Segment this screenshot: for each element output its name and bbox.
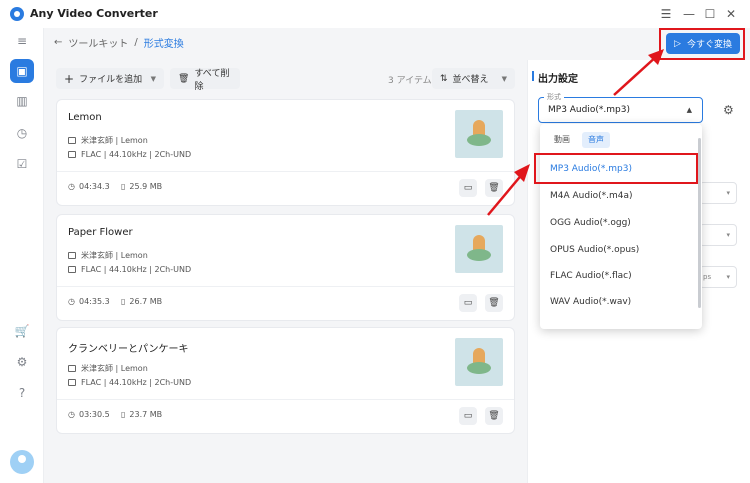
file-duration: ◷ 03:30.5 [68,410,110,419]
item-count: 3 アイテム [388,76,432,86]
clock-icon: ◷ [68,297,75,306]
clock-icon: ◷ [68,410,75,419]
format-option-flac[interactable]: FLAC Audio(*.flac) [550,271,632,281]
audio-file-icon [68,266,76,273]
file-card[interactable]: Paper Flower 米津玄師 | Lemon FLAC | 44.10kH… [56,214,515,321]
file-title: クランベリーとパンケーキ [68,344,189,355]
file-icon: ▯ [121,182,126,191]
output-settings-title: 出力設定 [532,70,578,85]
play-icon: ▷ [674,38,681,49]
toolkit-icon[interactable]: ▣ [10,59,34,83]
caret-up-icon: ▲ [686,106,692,114]
sort-label: 並べ替え [452,75,489,85]
file-icon: ▯ [121,297,126,306]
divider [57,399,514,400]
help-icon[interactable]: ? [13,384,31,402]
chevron-down-icon: ▼ [150,74,156,83]
highlight-box [534,153,698,184]
audio-file-icon [68,151,76,158]
app-logo-icon [10,7,24,21]
album-icon [68,365,76,372]
divider [57,171,514,172]
tab-video[interactable]: 動画 [548,132,576,148]
format-option-wav[interactable]: WAV Audio(*.wav) [550,297,631,307]
sidebar: ≡ ▣ ▥ ◷ ☑ 🛒 ⚙ ? [0,28,44,483]
album-thumbnail [455,225,503,273]
app-title: Any Video Converter [30,7,158,20]
file-artist: 米津玄師 | Lemon [68,135,148,146]
format-label: 形式 [544,92,564,102]
history-clock-icon[interactable]: ◷ [13,124,31,142]
collapse-menu-icon[interactable]: ≡ [13,32,31,50]
delete-all-button[interactable]: 🗑 すべて削除 [170,68,240,92]
delete-file-button[interactable]: 🗑 [485,294,503,312]
breadcrumb-parent[interactable]: ツールキット [68,35,128,50]
open-folder-button[interactable]: ▭ [459,179,477,197]
file-info: FLAC | 44.10kHz | 2Ch-UND [68,265,191,274]
chevron-down-icon: ▼ [501,74,507,83]
menu-icon[interactable]: ☰ [657,5,675,23]
sort-button[interactable]: ⇅ 並べ替え ▼ [432,68,515,89]
settings-gear-icon[interactable]: ⚙ [13,353,31,371]
breadcrumb-current: 形式変換 [143,39,184,50]
file-size: ▯ 23.7 MB [121,410,163,419]
breadcrumb: ← ツールキット / 形式変換 [54,35,184,50]
format-settings-icon[interactable]: ⚙ [723,103,734,117]
avatar[interactable] [10,450,34,474]
annotation-arrow [487,164,530,216]
setting-select[interactable]: ps ▾ [699,266,737,288]
format-select[interactable]: 形式 MP3 Audio(*.mp3) ▲ [538,92,703,123]
format-value: MP3 Audio(*.mp3) [548,105,630,115]
format-option-ogg[interactable]: OGG Audio(*.ogg) [550,218,631,228]
divider [57,286,514,287]
add-files-label: ファイルを追加 [79,75,143,85]
file-size: ▯ 26.7 MB [121,297,163,306]
file-info: FLAC | 44.10kHz | 2Ch-UND [68,150,191,159]
sort-icon: ⇅ [440,73,448,84]
maximize-icon[interactable]: ☐ [701,5,719,23]
dropdown-scrollbar[interactable] [698,138,701,308]
tasks-icon[interactable]: ☑ [13,155,31,173]
file-artist: 米津玄師 | Lemon [68,250,148,261]
breadcrumb-separator: / [134,37,138,48]
open-folder-button[interactable]: ▭ [459,294,477,312]
format-option-opus[interactable]: OPUS Audio(*.opus) [550,245,639,255]
file-info: FLAC | 44.10kHz | 2Ch-UND [68,378,191,387]
setting-select[interactable]: ▾ [699,182,737,204]
clock-icon: ◷ [68,182,75,191]
annotation-arrow [613,49,664,96]
file-title: Paper Flower [68,227,133,238]
plus-icon: + [64,71,75,86]
album-thumbnail [455,338,503,386]
add-files-button[interactable]: + ファイルを追加 ▼ [56,68,164,89]
cart-icon[interactable]: 🛒 [13,322,31,340]
tab-audio[interactable]: 音声 [582,132,610,148]
open-folder-button[interactable]: ▭ [459,407,477,425]
file-title: Lemon [68,112,102,123]
back-arrow-icon[interactable]: ← [54,37,62,48]
delete-file-button[interactable]: 🗑 [485,407,503,425]
minimize-icon[interactable]: — [680,5,698,23]
convert-now-label: 今すぐ変換 [686,40,732,50]
delete-all-label: すべて削除 [194,68,230,92]
trash-icon: 🗑 [178,73,190,84]
format-option-m4a[interactable]: M4A Audio(*.m4a) [550,191,632,201]
album-icon [68,137,76,144]
album-thumbnail [455,110,503,158]
file-size: ▯ 25.9 MB [121,182,163,191]
library-icon[interactable]: ▥ [13,92,31,110]
close-icon[interactable]: ✕ [722,5,740,23]
file-duration: ◷ 04:35.3 [68,297,110,306]
title-bar: Any Video Converter ☰ — ☐ ✕ [0,0,750,28]
setting-value: ps [703,273,712,281]
file-artist: 米津玄師 | Lemon [68,363,148,374]
convert-now-button[interactable]: ▷ 今すぐ変換 [666,33,740,54]
setting-select[interactable]: ▾ [699,224,737,246]
file-duration: ◷ 04:34.3 [68,182,110,191]
file-card[interactable]: Lemon 米津玄師 | Lemon FLAC | 44.10kHz | 2Ch… [56,99,515,206]
album-icon [68,252,76,259]
file-card[interactable]: クランベリーとパンケーキ 米津玄師 | Lemon FLAC | 44.10kH… [56,327,515,434]
audio-file-icon [68,379,76,386]
file-icon: ▯ [121,410,126,419]
